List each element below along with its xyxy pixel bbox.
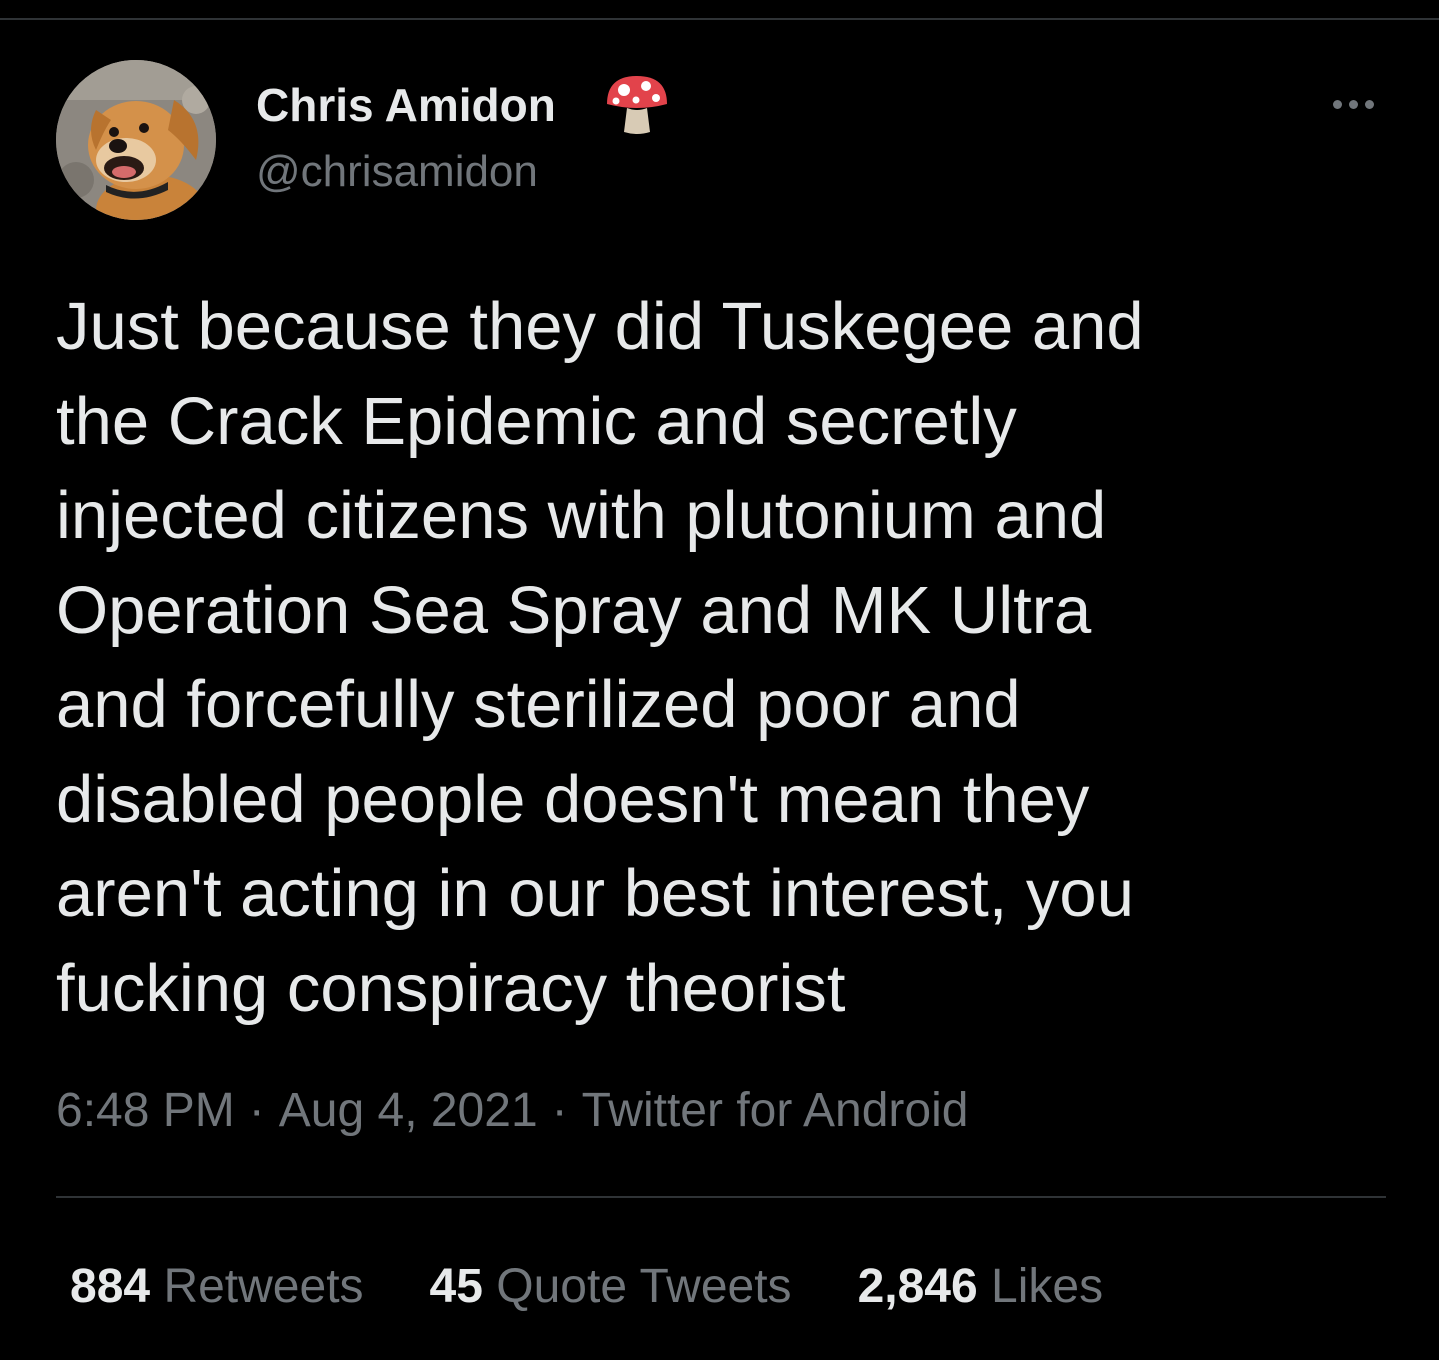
avatar[interactable] [56,60,216,220]
tweet-date[interactable]: Aug 4, 2021 [279,1084,538,1137]
meta-separator: · [248,1084,265,1137]
more-dots-icon [1332,99,1342,109]
tweet-text-line: injected citizens with plutonium and [56,478,1107,553]
display-name[interactable]: Chris Amidon [256,76,556,134]
quote-tweets-label: Quote Tweets [496,1260,792,1313]
user-handle[interactable]: @chrisamidon [256,144,538,200]
retweets-count: 884 [70,1260,151,1313]
tweet-text-line: Just because they did Tuskegee and [56,289,1144,364]
tweet-stats: 884 Retweets 45 Quote Tweets 2,846 Likes [70,1256,1103,1318]
tweet-text: Just because they did Tuskegee and the C… [56,280,1386,1036]
more-dots-icon [1348,99,1358,109]
mushroom-icon [607,76,667,134]
retweets-label: Retweets [163,1260,364,1313]
tweet-text-line: the Crack Epidemic and secretly [56,383,1017,459]
more-dots-icon [1364,99,1374,109]
likes-stat[interactable]: 2,846 Likes [858,1256,1104,1318]
more-options-button[interactable] [1318,84,1388,124]
likes-label: Likes [991,1260,1104,1313]
quote-tweets-stat[interactable]: 45 Quote Tweets [430,1256,792,1318]
retweets-stat[interactable]: 884 Retweets [70,1256,364,1318]
meta-separator: · [551,1084,568,1137]
tweet-time[interactable]: 6:48 PM [56,1084,235,1137]
tweet-text-line: and forcefully sterilized poor and [56,667,1021,742]
tweet-text-line: aren't acting in our best interest, you [56,856,1134,931]
tweet-metadata: 6:48 PM · Aug 4, 2021 · Twitter for Android [56,1080,968,1142]
tweet-text-line: fucking conspiracy theorist [56,950,846,1026]
quote-tweets-count: 45 [429,1260,483,1313]
stats-divider [56,1196,1386,1198]
top-divider [0,18,1439,20]
tweet-text-line: Operation Sea Spray and MK Ultra [56,572,1092,648]
dog-avatar-image [56,60,216,220]
likes-count: 2,846 [857,1260,978,1313]
tweet-text-line: disabled people doesn't mean they [56,761,1090,837]
tweet-source[interactable]: Twitter for Android [582,1084,969,1137]
